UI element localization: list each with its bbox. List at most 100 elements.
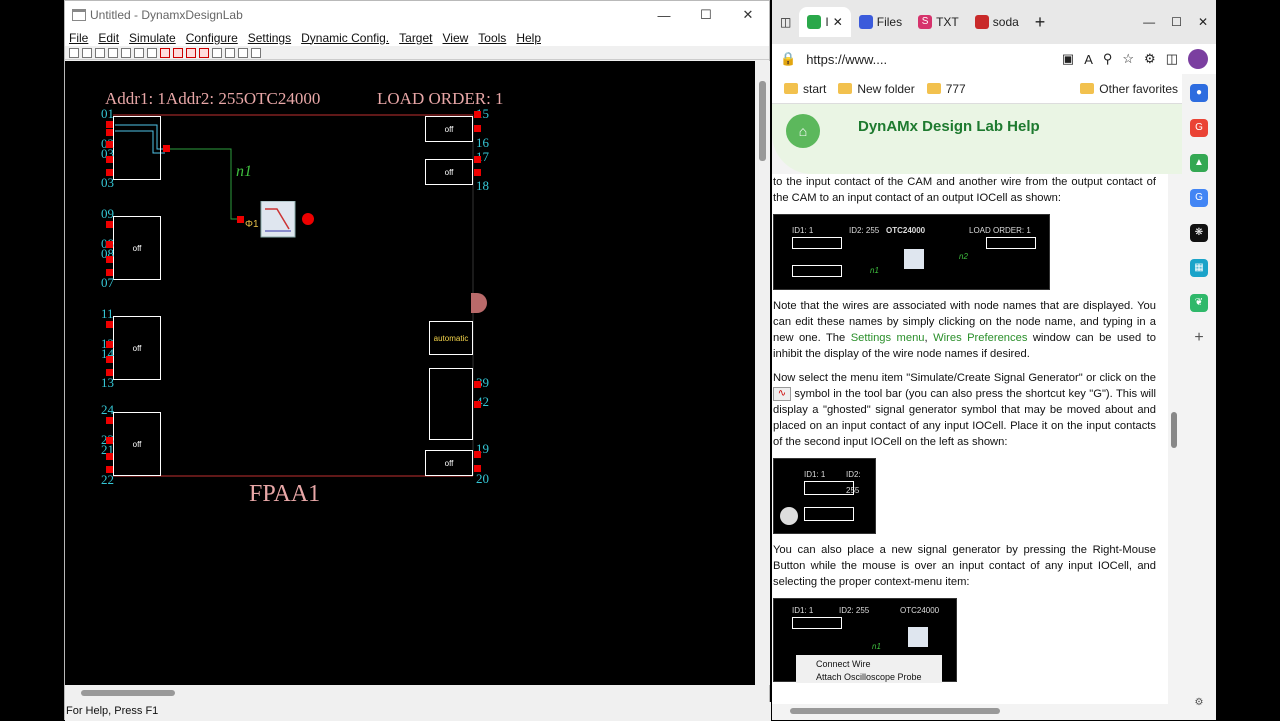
lock-icon[interactable]: 🔒 <box>780 51 796 67</box>
probe-icon[interactable] <box>186 47 196 58</box>
settings-menu-link[interactable]: Settings menu <box>851 332 925 344</box>
iocell-right-4[interactable] <box>429 368 473 440</box>
contact[interactable] <box>474 125 481 132</box>
browser-minimize-button[interactable]: — <box>1135 7 1163 37</box>
cell-icon[interactable] <box>121 47 131 58</box>
help-home-icon[interactable]: ⌂ <box>786 114 820 148</box>
contact[interactable] <box>106 417 113 424</box>
new-icon[interactable] <box>69 47 79 58</box>
menu-target[interactable]: Target <box>399 31 432 45</box>
contact[interactable] <box>106 129 113 136</box>
iocell-left-3[interactable]: off <box>113 316 161 380</box>
menu-help[interactable]: Help <box>516 31 541 45</box>
vertical-scrollbar[interactable] <box>755 61 770 685</box>
close-tab-icon[interactable]: ✕ <box>833 15 843 29</box>
feather-icon[interactable]: ❦ <box>1190 294 1208 312</box>
simulate-icon[interactable] <box>199 47 209 58</box>
notifications-icon[interactable]: ● <box>1190 84 1208 102</box>
menu-edit[interactable]: Edit <box>98 31 119 45</box>
iocell-left-4[interactable]: off <box>113 412 161 476</box>
contact[interactable] <box>474 465 481 472</box>
menu-tools[interactable]: Tools <box>478 31 506 45</box>
contact[interactable] <box>106 369 113 376</box>
contact[interactable] <box>106 437 113 444</box>
contact[interactable] <box>106 356 113 363</box>
add-sidebar-icon[interactable]: + <box>1190 329 1208 347</box>
contact[interactable] <box>106 141 113 148</box>
install-app-icon[interactable]: ▣ <box>1062 51 1074 67</box>
settings-gear-icon[interactable]: ⚙ <box>1190 694 1208 712</box>
open-icon[interactable] <box>82 47 92 58</box>
contact[interactable] <box>474 169 481 176</box>
bookmark-other-favorites[interactable]: Other favorites <box>1080 82 1178 96</box>
contact[interactable] <box>474 381 481 388</box>
print-icon[interactable] <box>108 47 118 58</box>
menu-file[interactable]: File <box>69 31 88 45</box>
menu-configure[interactable]: Configure <box>186 31 238 45</box>
signal-generator-icon[interactable] <box>173 47 183 58</box>
iocell-right-5[interactable]: off <box>425 450 473 476</box>
bookmark-start[interactable]: start <box>784 82 826 96</box>
extensions-icon[interactable]: ⚙ <box>1144 51 1156 67</box>
read-aloud-icon[interactable]: A <box>1084 52 1093 67</box>
bookmark-new-folder[interactable]: New folder <box>838 82 915 96</box>
contact[interactable] <box>106 466 113 473</box>
wire-icon[interactable] <box>147 47 157 58</box>
profile-avatar[interactable] <box>1188 49 1208 69</box>
contact[interactable] <box>106 341 113 348</box>
contact[interactable] <box>106 256 113 263</box>
tab-txt[interactable]: S TXT <box>910 7 967 37</box>
iocell-right-3[interactable]: automatic <box>429 321 473 355</box>
maximize-button[interactable]: ☐ <box>685 1 727 29</box>
contact[interactable] <box>106 156 113 163</box>
zoom-icon[interactable]: ⚲ <box>1103 51 1113 67</box>
translate-icon[interactable]: G <box>1190 189 1208 207</box>
menu-dynamic-config[interactable]: Dynamic Config. <box>301 31 389 45</box>
contact[interactable] <box>106 169 113 176</box>
contact[interactable] <box>474 156 481 163</box>
tab-files[interactable]: Files <box>851 7 910 37</box>
minimize-button[interactable]: — <box>643 1 685 29</box>
contact[interactable] <box>106 269 113 276</box>
tab-sidebar-toggle[interactable]: ◫ <box>772 7 799 37</box>
iocell-right-2[interactable]: off <box>425 159 473 185</box>
chip-icon[interactable] <box>134 47 144 58</box>
help-horizontal-scrollbar[interactable] <box>772 704 1182 718</box>
filter-cam-icon[interactable]: Φ1 <box>243 201 319 241</box>
browser-maximize-button[interactable]: ☐ <box>1163 7 1190 37</box>
horizontal-scrollbar[interactable] <box>65 685 755 701</box>
contact[interactable] <box>106 221 113 228</box>
menu-settings[interactable]: Settings <box>248 31 291 45</box>
delete-icon[interactable] <box>160 47 170 58</box>
browser-close-button[interactable]: ✕ <box>1190 7 1216 37</box>
new-tab-button[interactable]: + <box>1027 7 1054 37</box>
contact[interactable] <box>106 321 113 328</box>
contact[interactable] <box>163 145 170 152</box>
target-icon[interactable] <box>212 47 222 58</box>
contact[interactable] <box>474 451 481 458</box>
apps-icon[interactable]: ▦ <box>1190 259 1208 277</box>
drive-icon[interactable]: ▲ <box>1190 154 1208 172</box>
context-help-icon[interactable] <box>251 47 261 58</box>
contact[interactable] <box>106 121 113 128</box>
tools-icon[interactable] <box>225 47 235 58</box>
google-icon[interactable]: G <box>1190 119 1208 137</box>
iocell-left-1[interactable] <box>113 116 161 180</box>
menu-view[interactable]: View <box>443 31 469 45</box>
url-input[interactable]: https://www.... <box>806 52 887 67</box>
help-vertical-scrollbar[interactable] <box>1168 174 1182 704</box>
menu-simulate[interactable]: Simulate <box>129 31 176 45</box>
contact[interactable] <box>106 241 113 248</box>
contact[interactable] <box>474 401 481 408</box>
wires-preferences-link[interactable]: Wires Preferences <box>933 332 1027 344</box>
iocell-right-1[interactable]: off <box>425 116 473 142</box>
chatgpt-icon[interactable]: ❋ <box>1190 224 1208 242</box>
node-name-label[interactable]: n1 <box>236 163 252 181</box>
help-icon[interactable] <box>238 47 248 58</box>
save-icon[interactable] <box>95 47 105 58</box>
close-button[interactable]: ✕ <box>727 1 769 29</box>
iocell-left-2[interactable]: off <box>113 216 161 280</box>
contact[interactable] <box>474 111 481 118</box>
favorite-star-icon[interactable]: ☆ <box>1122 51 1134 67</box>
bookmark-777[interactable]: 777 <box>926 82 966 96</box>
